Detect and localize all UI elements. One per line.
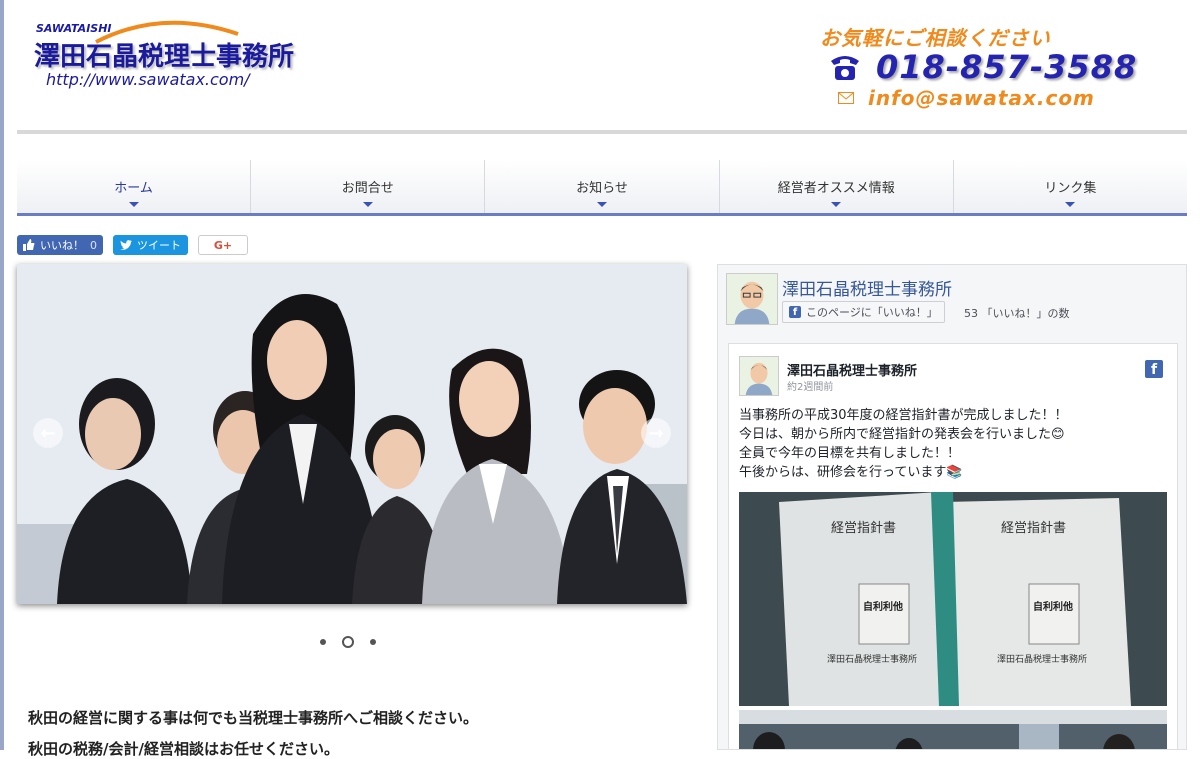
nav-item-news[interactable]: お知らせ — [485, 160, 720, 213]
nav-item-label: お問合せ — [341, 181, 394, 196]
slider-next-arrow-icon[interactable]: → — [641, 418, 671, 448]
nav-item-links[interactable]: リンク集 — [954, 160, 1187, 213]
nav-item-label: ホーム — [114, 181, 153, 196]
post-line: 全員で今年の目標を共有しました！！ — [739, 446, 961, 461]
thumbs-up-icon — [23, 239, 35, 251]
hero-slider[interactable]: ← → — [17, 264, 687, 604]
nav-item-home[interactable]: ホーム — [17, 160, 252, 213]
book-company-left: 澤田石晶税理士事務所 — [827, 653, 917, 665]
nav-item-label: お知らせ — [576, 181, 628, 196]
post-line: 当事務所の平成30年度の経営指針書が完成しました！！ — [739, 408, 1068, 423]
post-author-name[interactable]: 澤田石晶税理士事務所 — [787, 360, 917, 379]
nav-item-label: 経営者オススメ情報 — [777, 181, 895, 196]
slider-dot-active[interactable] — [342, 636, 354, 648]
post-line: 午後からは、研修会を行っています📚 — [739, 465, 963, 480]
facebook-logo-icon[interactable]: f — [1145, 360, 1163, 378]
post-line: 今日は、朝から所内で経営指針の発表会を行いました😊 — [739, 427, 1065, 442]
facebook-f-icon: f — [789, 306, 801, 318]
email-address: info@sawatax.com — [868, 86, 1095, 110]
tweet-label: ツイート — [137, 239, 181, 252]
caret-down-icon — [831, 202, 842, 207]
slider-dot[interactable] — [370, 639, 376, 645]
slider-dot[interactable] — [320, 639, 326, 645]
book-title-right: 経営指針書 — [1001, 521, 1066, 536]
nav-item-label: リンク集 — [1044, 181, 1097, 196]
book-motto-right: 自利利他 — [1033, 600, 1073, 613]
page-avatar[interactable] — [726, 273, 778, 325]
facebook-page-like-button[interactable]: f このページに「いいね！」 — [782, 301, 945, 323]
business-people-photo — [17, 264, 687, 604]
post-photo-books[interactable]: 経営指針書 経営指針書 自利利他 自利利他 澤田石晶税理士事務所 澤田石晶税理士… — [739, 492, 1167, 706]
google-plus-button[interactable]: G+ — [198, 235, 248, 255]
post-author-avatar[interactable] — [739, 356, 779, 396]
page-like-label: このページに「いいね！」 — [806, 306, 938, 319]
phone-number: 018-857-3588 — [876, 48, 1138, 86]
facebook-page-name[interactable]: 澤田石晶税理士事務所 — [782, 275, 952, 300]
intro-line-2: 秋田の税務/会計/経営相談はお任せください。 — [28, 740, 339, 758]
logo-name: 澤田石晶税理士事務所 — [34, 42, 295, 72]
slider-prev-arrow-icon[interactable]: ← — [33, 418, 63, 448]
header-divider — [17, 130, 1187, 134]
contact-tagline: お気軽にご相談ください — [820, 26, 1051, 50]
gplus-label: G+ — [213, 238, 233, 252]
main-nav: ホーム お問合せ お知らせ 経営者オススメ情報 リンク集 — [17, 160, 1187, 216]
facebook-post: 澤田石晶税理士事務所 約2週間前 f 当事務所の平成30年度の経営指針書が完成し… — [728, 343, 1178, 750]
post-timestamp[interactable]: 約2週間前 — [787, 378, 833, 393]
caret-down-icon — [362, 202, 373, 207]
caret-down-icon — [128, 202, 139, 207]
book-title-left: 経営指針書 — [831, 521, 896, 536]
caret-down-icon — [1065, 202, 1076, 207]
like-count: 0 — [90, 238, 97, 252]
logo-small-text: SAWATAISHI — [36, 22, 112, 35]
phone-row[interactable]: 018-857-3588 — [828, 48, 1137, 86]
nav-item-recommended[interactable]: 経営者オススメ情報 — [720, 160, 954, 213]
tweet-button[interactable]: ツイート — [113, 235, 188, 255]
intro-line-1: 秋田の経営に関する事は何でも当税理士事務所へご相談ください。 — [28, 709, 479, 727]
logo-url[interactable]: http://www.sawatax.com/ — [46, 70, 250, 89]
post-body: 当事務所の平成30年度の経営指針書が完成しました！！ 今日は、朝から所内で経営指… — [739, 406, 1159, 482]
facebook-like-button[interactable]: いいね！ 0 — [17, 235, 103, 255]
page-like-count: 53 「いいね！」の数 — [964, 307, 1070, 320]
mail-icon — [838, 92, 854, 104]
social-buttons: いいね！ 0 ツイート G+ — [17, 235, 248, 255]
post-photo-meeting[interactable] — [739, 710, 1167, 750]
left-border — [0, 0, 4, 750]
slider-pagination — [320, 636, 376, 648]
caret-down-icon — [597, 202, 607, 207]
nav-item-contact[interactable]: お問合せ — [251, 160, 486, 213]
facebook-page-widget: 澤田石晶税理士事務所 f このページに「いいね！」 53 「いいね！」の数 澤田… — [717, 264, 1187, 750]
email-row[interactable]: info@sawatax.com — [838, 86, 1095, 110]
like-label: いいね！ — [40, 239, 84, 252]
phone-icon — [831, 56, 859, 80]
book-company-right: 澤田石晶税理士事務所 — [997, 653, 1087, 665]
twitter-bird-icon — [120, 239, 132, 250]
book-motto-left: 自利利他 — [863, 600, 903, 613]
